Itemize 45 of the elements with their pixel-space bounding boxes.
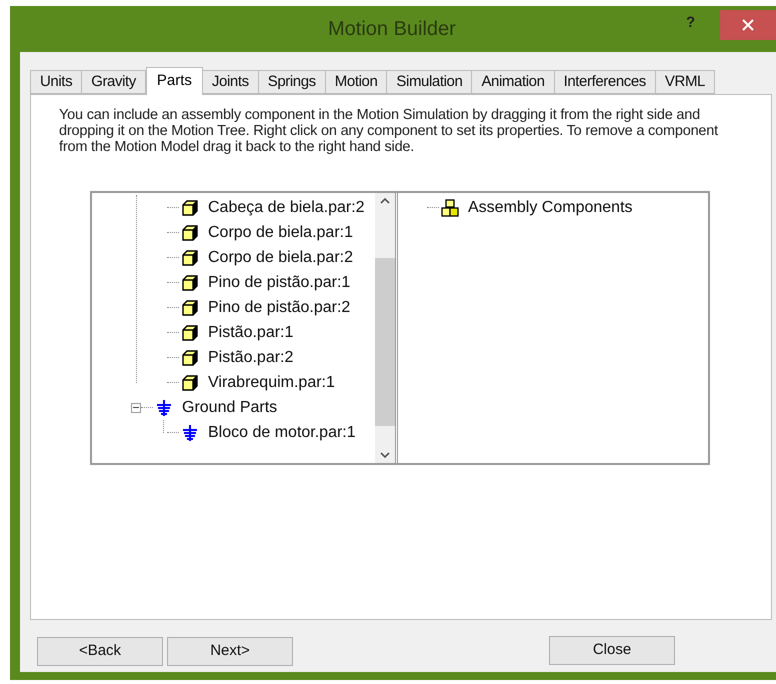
ground-icon [155,398,173,416]
tree-item[interactable]: Corpo de biela.par:1 [208,220,353,244]
tab[interactable]: Joints [202,70,259,94]
tab[interactable]: VRML [656,70,715,94]
tree-item[interactable]: Pistão.par:1 [208,320,294,344]
cube-icon [181,198,199,216]
help-button[interactable]: ? [686,12,696,34]
close-icon [742,19,754,31]
scroll-up-icon[interactable] [380,197,390,205]
tree-item[interactable]: Cabeça de biela.par:2 [208,196,365,220]
tree-item[interactable]: Pistão.par:2 [208,346,294,370]
nav-button[interactable]: <Back [37,637,163,666]
tree-item[interactable]: Ground Parts [182,396,278,420]
tab[interactable]: Animation [472,70,555,94]
tree-item[interactable]: Corpo de biela.par:2 [208,246,353,270]
tab[interactable]: Springs [258,70,326,94]
cube-icon [181,248,199,266]
collapse-toggle[interactable] [131,402,141,412]
tab[interactable]: Motion [326,70,388,94]
cube-icon [181,348,199,366]
cubes-icon [441,198,459,216]
close-dialog-button[interactable]: Close [549,636,675,664]
tab[interactable]: Parts [146,67,203,95]
tab[interactable]: Interferences [554,70,656,94]
cube-icon [181,298,199,316]
tab[interactable]: Units [30,70,82,94]
nav-button[interactable]: Next> [167,637,293,666]
scroll-thumb[interactable] [375,258,395,426]
tree-item[interactable]: Virabrequim.par:1 [208,370,335,394]
tree-item[interactable]: Bloco de motor.par:1 [208,420,356,444]
cube-icon [181,224,199,242]
instructions-text: You can include an assembly component in the Motion Simulation by dragging it from the right side and dropping it on the Motion Tree. Right click on any component to set its properties. To remove a component from the Motion Model drag it back to the right hand side. [59,107,719,155]
tree-item[interactable]: Pino de pistão.par:2 [208,296,350,320]
cube-icon [181,274,199,292]
tree-item[interactable]: Assembly Components [468,196,633,220]
tab[interactable]: Gravity [82,70,146,94]
cube-icon [181,374,199,392]
scrollbar[interactable] [375,193,395,463]
cube-icon [181,324,199,342]
tab[interactable]: Simulation [387,70,472,94]
close-button[interactable] [720,10,776,40]
scroll-down-icon[interactable] [380,451,390,459]
window-title: Motion Builder [328,17,456,42]
tree-item[interactable]: Pino de pistão.par:1 [208,270,350,294]
ground-icon [181,424,199,442]
